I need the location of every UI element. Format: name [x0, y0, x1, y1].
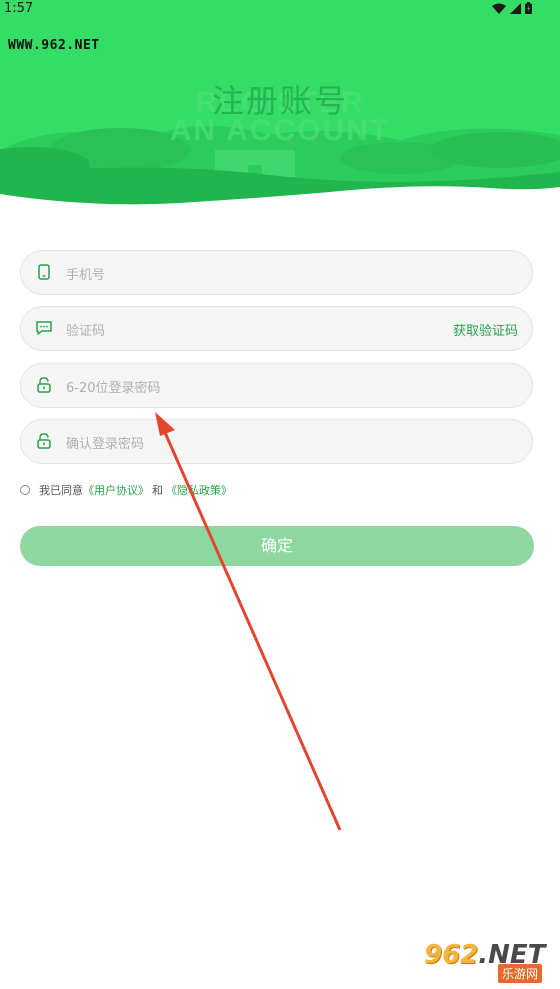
agree-prefix: 我已同意 — [39, 484, 83, 497]
phone-field[interactable]: 手机号 — [20, 250, 533, 295]
password-field[interactable]: 6-20位登录密码 — [20, 363, 533, 408]
phone-input-placeholder: 手机号 — [66, 268, 106, 283]
wifi-icon — [492, 3, 506, 14]
corner-watermark-logo: 962.NET 乐游网 — [424, 940, 554, 984]
watermark-url: WWW.962.NET — [8, 38, 100, 53]
privacy-policy-link[interactable]: 《隐私政策》 — [166, 482, 232, 498]
confirm-password-field[interactable]: 确认登录密码 — [20, 419, 533, 464]
status-icons — [492, 2, 532, 14]
phone-icon — [38, 264, 50, 280]
lock-icon — [37, 377, 51, 393]
battery-icon — [525, 2, 532, 14]
lock-icon — [37, 433, 51, 449]
corner-logo-sub: 乐游网 — [498, 964, 543, 983]
status-time: 1:57 — [4, 1, 34, 16]
code-input-placeholder: 验证码 — [66, 324, 106, 339]
signal-icon — [510, 2, 521, 14]
agree-and: 和 — [152, 484, 163, 497]
message-icon — [36, 321, 52, 335]
status-bar: 1:57 — [0, 0, 560, 18]
get-code-button[interactable]: 获取验证码 — [453, 320, 518, 339]
agree-checkbox[interactable] — [20, 485, 30, 495]
header-banner: REGISTER AN ACCOUNT 注册账号 — [0, 0, 560, 215]
agreement-row: 我已同意 《用户协议》 和 《隐私政策》 — [20, 482, 232, 498]
password-input-placeholder: 6-20位登录密码 — [66, 381, 161, 396]
verification-code-field[interactable]: 验证码 获取验证码 — [20, 306, 533, 351]
page-title: 注册账号 — [211, 82, 348, 120]
confirm-input-placeholder: 确认登录密码 — [66, 437, 145, 452]
corner-logo-number: 962 — [424, 940, 479, 970]
user-agreement-link[interactable]: 《用户协议》 — [83, 482, 149, 498]
confirm-button[interactable]: 确定 — [20, 526, 534, 566]
